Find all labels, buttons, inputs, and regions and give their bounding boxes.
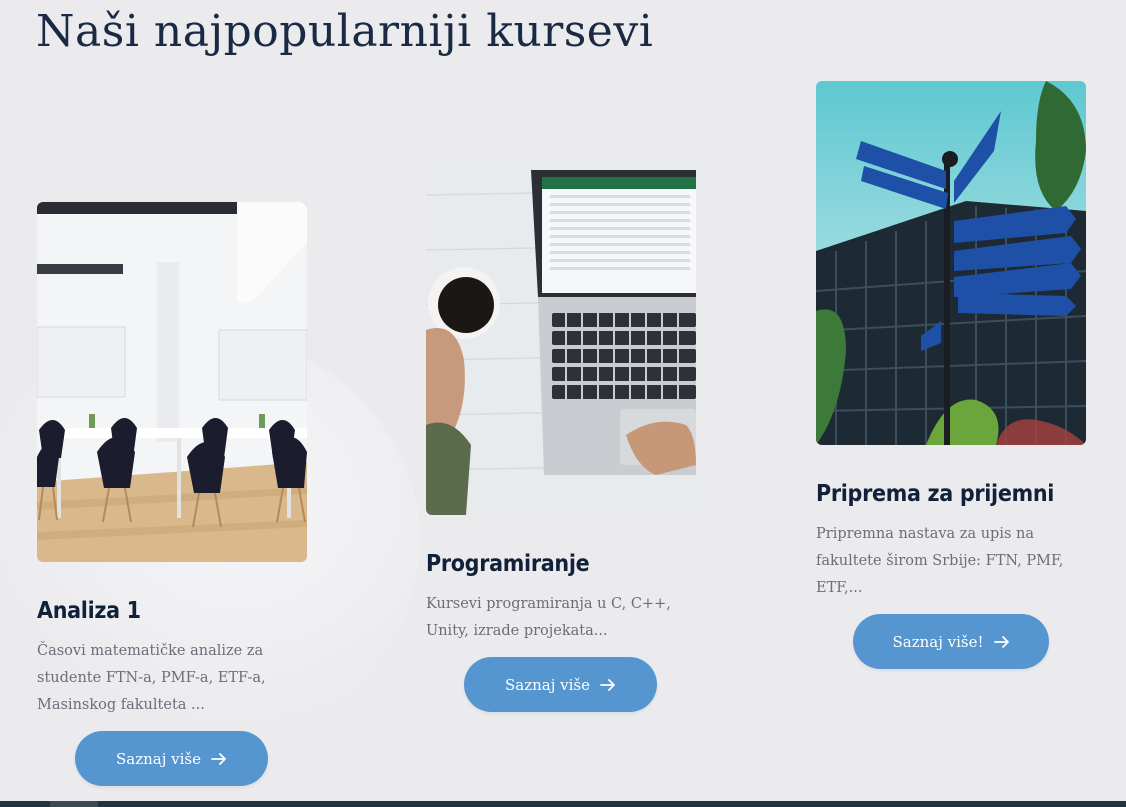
course-title: Analiza 1 [37,598,141,624]
faculty-signpost-photo [816,81,1086,445]
section-title: Naši najpopularniji kursevi [36,6,654,57]
footer-strip [0,801,1126,807]
course-description: Časovi matematičke analize za studente F… [37,643,266,713]
button-label: Saznaj više [505,675,590,694]
course-title: Programiranje [426,551,590,577]
classroom-photo [37,202,307,562]
course-image-faculty[interactable] [816,81,1086,445]
course-card-programiranje: Programiranje Kursevi programiranja u C,… [426,155,696,712]
footer-tab[interactable] [50,801,98,807]
learn-more-button[interactable]: Saznaj više [75,731,268,786]
course-card-prijemni: Priprema za prijemni Pripremna nastava z… [816,81,1086,669]
course-description: Kursevi programiranja u C, C++, Unity, i… [426,596,671,639]
learn-more-button[interactable]: Saznaj više! [853,614,1049,669]
button-label: Saznaj više [116,749,201,768]
course-description: Pripremna nastava za upis na fakultete š… [816,526,1064,596]
arrow-right-icon [600,678,615,691]
arrow-right-icon [993,635,1009,648]
course-title: Priprema za prijemni [816,481,1055,507]
laptop-coffee-photo [426,155,696,515]
arrow-right-icon [211,752,226,765]
button-label: Saznaj više! [892,632,984,651]
learn-more-button[interactable]: Saznaj više [464,657,657,712]
course-card-analiza: Analiza 1 Časovi matematičke analize za … [37,202,307,786]
course-image-laptop[interactable] [426,155,696,515]
course-image-classroom[interactable] [37,202,307,562]
